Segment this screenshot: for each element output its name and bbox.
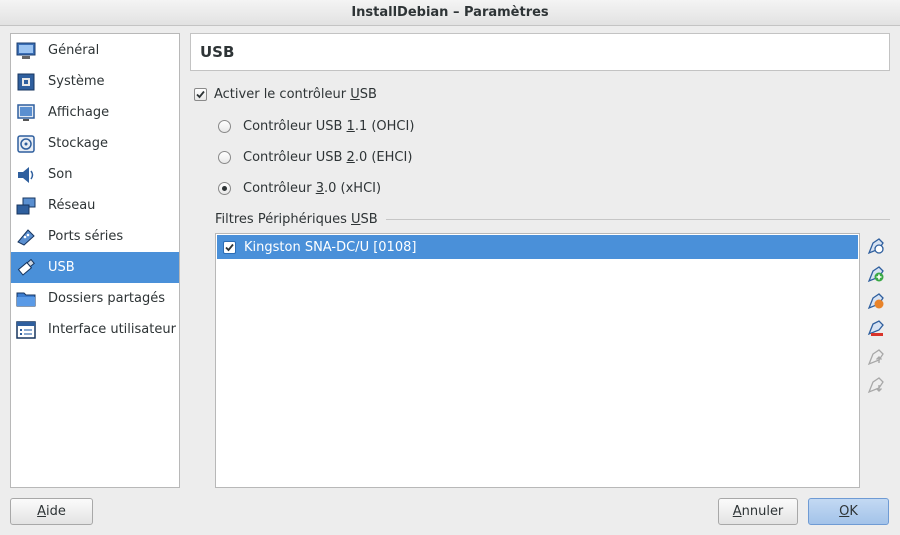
add-filter-from-device-button[interactable] bbox=[866, 266, 886, 286]
edit-filter-icon bbox=[867, 292, 885, 314]
usb-icon bbox=[15, 257, 37, 279]
move-filter-down-icon bbox=[867, 376, 885, 398]
checkbox-box[interactable] bbox=[194, 88, 207, 101]
sidebar-item-shared-folders[interactable]: Dossiers partagés bbox=[11, 283, 179, 314]
usb-filters-group-title: Filtres Périphériques USB bbox=[215, 210, 890, 228]
usb-3-0-xhci-label: Contrôleur 3.0 (xHCI) bbox=[243, 181, 382, 196]
cancel-button-label: Annuler bbox=[732, 504, 784, 519]
sound-icon bbox=[15, 164, 37, 186]
help-button-label: Aide bbox=[37, 504, 66, 519]
user-interface-icon bbox=[15, 319, 37, 341]
shared-folders-icon bbox=[15, 288, 37, 310]
sidebar-item-system[interactable]: Système bbox=[11, 66, 179, 97]
filter-enabled-checkbox[interactable] bbox=[223, 240, 236, 254]
usb-3-0-xhci-radio[interactable]: Contrôleur 3.0 (xHCI) bbox=[218, 181, 381, 196]
add-empty-filter-icon bbox=[867, 237, 885, 259]
radio-circle[interactable] bbox=[218, 120, 231, 133]
edit-filter-button[interactable] bbox=[866, 293, 886, 313]
enable-usb-controller-label: Activer le contrôleur USB bbox=[214, 87, 377, 102]
window-title: InstallDebian – Paramètres bbox=[351, 5, 549, 20]
list-item[interactable]: Kingston SNA-DC/U [0108] bbox=[217, 235, 858, 259]
sidebar-item-storage[interactable]: Stockage bbox=[11, 128, 179, 159]
storage-icon bbox=[15, 133, 37, 155]
help-button[interactable]: Aide bbox=[10, 498, 93, 525]
settings-category-list[interactable]: Général Système Affichage Stockage Son R… bbox=[10, 33, 180, 488]
page-title-text: USB bbox=[200, 43, 235, 61]
serial-ports-icon bbox=[15, 226, 37, 248]
sidebar-item-label: Interface utilisateur bbox=[48, 322, 176, 337]
remove-filter-icon bbox=[867, 320, 885, 342]
sidebar-item-serial-ports[interactable]: Ports séries bbox=[11, 221, 179, 252]
sidebar-item-display[interactable]: Affichage bbox=[11, 97, 179, 128]
ok-button[interactable]: OK bbox=[808, 498, 889, 525]
add-empty-filter-button[interactable] bbox=[866, 238, 886, 258]
move-filter-down-button[interactable] bbox=[866, 377, 886, 397]
add-filter-from-device-icon bbox=[867, 265, 885, 287]
page-title: USB bbox=[190, 33, 890, 71]
usb-filters-list[interactable]: Kingston SNA-DC/U [0108] bbox=[215, 233, 860, 488]
sidebar-item-label: Son bbox=[48, 167, 73, 182]
remove-filter-button[interactable] bbox=[866, 320, 886, 342]
usb-1-1-ohci-radio[interactable]: Contrôleur USB 1.1 (OHCI) bbox=[218, 119, 414, 134]
usb-2-0-ehci-label: Contrôleur USB 2.0 (EHCI) bbox=[243, 150, 413, 165]
sidebar-item-sound[interactable]: Son bbox=[11, 159, 179, 190]
sidebar-item-label: Dossiers partagés bbox=[48, 291, 166, 306]
group-separator bbox=[385, 218, 890, 220]
sidebar-item-label: USB bbox=[48, 260, 75, 275]
sidebar-item-usb[interactable]: USB bbox=[11, 252, 179, 283]
sidebar-item-network[interactable]: Réseau bbox=[11, 190, 179, 221]
general-icon bbox=[15, 40, 37, 62]
ok-button-label: OK bbox=[839, 504, 858, 519]
sidebar-item-label: Système bbox=[48, 74, 105, 89]
system-icon bbox=[15, 71, 37, 93]
sidebar-item-user-interface[interactable]: Interface utilisateur bbox=[11, 314, 179, 345]
move-filter-up-icon bbox=[867, 348, 885, 370]
sidebar-item-label: Ports séries bbox=[48, 229, 124, 244]
window-title-bar: InstallDebian – Paramètres bbox=[0, 0, 900, 26]
sidebar-item-label: Affichage bbox=[48, 105, 110, 120]
enable-usb-controller-checkbox[interactable]: Activer le contrôleur USB bbox=[194, 87, 377, 102]
usb-2-0-ehci-radio[interactable]: Contrôleur USB 2.0 (EHCI) bbox=[218, 150, 412, 165]
display-icon bbox=[15, 102, 37, 124]
sidebar-item-general[interactable]: Général bbox=[11, 35, 179, 66]
cancel-button[interactable]: Annuler bbox=[718, 498, 798, 525]
sidebar-item-label: Général bbox=[48, 43, 100, 58]
sidebar-item-label: Réseau bbox=[48, 198, 96, 213]
network-icon bbox=[15, 195, 37, 217]
usb-filters-group-label: Filtres Périphériques USB bbox=[215, 211, 378, 227]
radio-circle[interactable] bbox=[218, 151, 231, 164]
usb-1-1-ohci-label: Contrôleur USB 1.1 (OHCI) bbox=[243, 119, 415, 134]
filter-name: Kingston SNA-DC/U [0108] bbox=[244, 239, 417, 255]
sidebar-item-label: Stockage bbox=[48, 136, 108, 151]
radio-circle[interactable] bbox=[218, 182, 231, 195]
move-filter-up-button[interactable] bbox=[866, 349, 886, 369]
